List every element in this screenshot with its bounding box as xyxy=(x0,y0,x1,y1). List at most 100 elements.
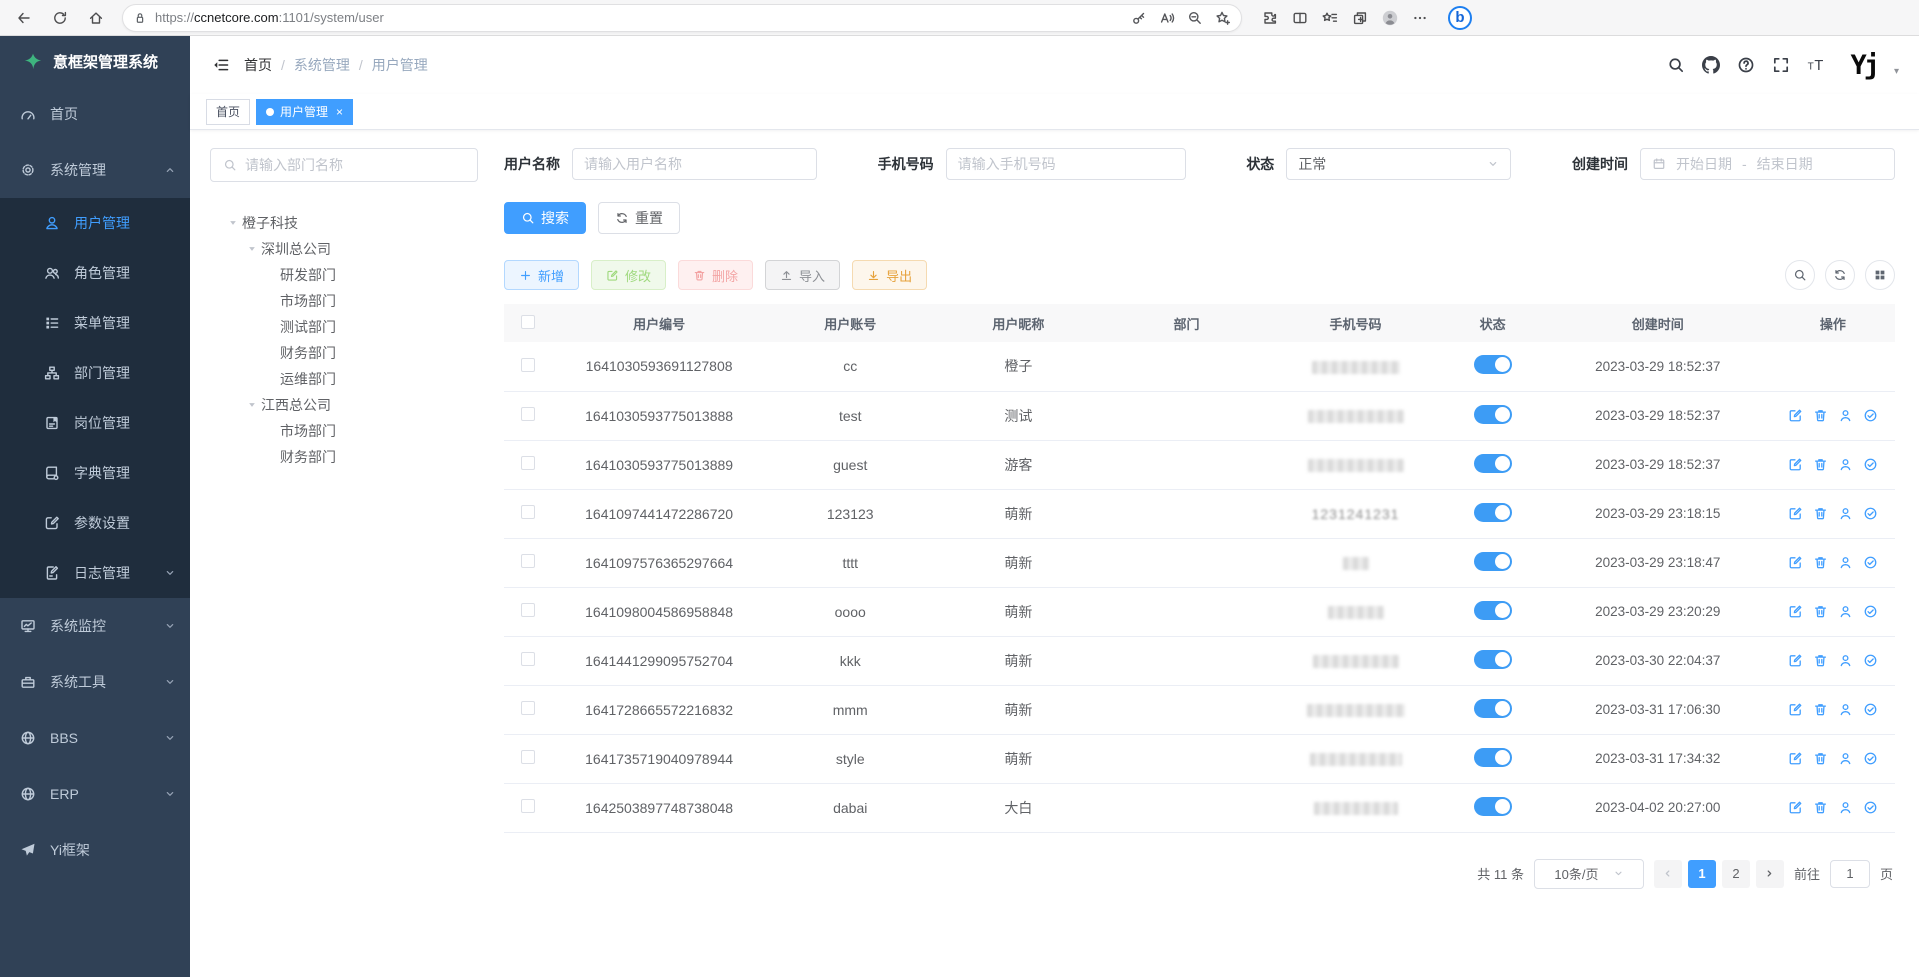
sidebar-menu-item[interactable]: 系统管理 xyxy=(0,142,190,198)
toolbar-button[interactable]: 新增 xyxy=(504,260,579,290)
navbar-action-icon[interactable] xyxy=(1772,56,1790,74)
row-checkbox[interactable] xyxy=(521,799,535,813)
table-option-button[interactable] xyxy=(1865,260,1895,290)
delete-icon[interactable] xyxy=(1813,702,1828,717)
edit-icon[interactable] xyxy=(1788,604,1803,619)
address-bar-action-icon[interactable] xyxy=(1187,9,1203,26)
browser-nav-button[interactable] xyxy=(46,4,74,32)
edit-icon[interactable] xyxy=(1788,506,1803,521)
delete-icon[interactable] xyxy=(1813,751,1828,766)
edit-icon[interactable] xyxy=(1788,751,1803,766)
edit-icon[interactable] xyxy=(1788,653,1803,668)
navbar-action-icon[interactable] xyxy=(1807,56,1825,74)
address-bar-action-icon[interactable] xyxy=(1159,9,1175,26)
row-checkbox[interactable] xyxy=(521,554,535,568)
toolbar-button[interactable]: 导出 xyxy=(852,260,927,290)
browser-extension-icon[interactable] xyxy=(1322,9,1338,26)
table-option-button[interactable] xyxy=(1825,260,1855,290)
table-option-button[interactable] xyxy=(1785,260,1815,290)
status-toggle[interactable] xyxy=(1474,797,1512,816)
tree-node[interactable]: 测试部门 xyxy=(210,314,478,340)
tag-view-item[interactable]: 首页 × xyxy=(206,99,250,125)
reset-password-icon[interactable] xyxy=(1838,751,1853,766)
delete-icon[interactable] xyxy=(1813,506,1828,521)
address-bar[interactable]: https://ccnetcore.com:1101/system/user xyxy=(122,4,1242,32)
username-input[interactable]: 请输入用户名称 xyxy=(572,148,817,180)
tree-node[interactable]: 市场部门 xyxy=(210,418,478,444)
edit-icon[interactable] xyxy=(1788,702,1803,717)
sidebar-menu-item[interactable]: 系统监控 xyxy=(0,598,190,654)
tree-node[interactable]: 财务部门 xyxy=(210,444,478,470)
tree-node[interactable]: 财务部门 xyxy=(210,340,478,366)
assign-role-icon[interactable] xyxy=(1863,506,1878,521)
page-number-button[interactable]: 1 xyxy=(1688,860,1716,888)
delete-icon[interactable] xyxy=(1813,653,1828,668)
tag-view-item[interactable]: 用户管理 × xyxy=(256,99,353,125)
assign-role-icon[interactable] xyxy=(1863,702,1878,717)
navbar-action-icon[interactable] xyxy=(1737,56,1755,74)
sidebar-menu-item[interactable]: BBS xyxy=(0,710,190,766)
delete-icon[interactable] xyxy=(1813,457,1828,472)
row-checkbox[interactable] xyxy=(521,505,535,519)
search-button[interactable]: 搜索 xyxy=(504,202,586,234)
tree-node[interactable]: 橙子科技 xyxy=(210,210,478,236)
reset-password-icon[interactable] xyxy=(1838,653,1853,668)
row-checkbox[interactable] xyxy=(521,456,535,470)
row-checkbox[interactable] xyxy=(521,701,535,715)
tree-node[interactable]: 研发部门 xyxy=(210,262,478,288)
row-checkbox[interactable] xyxy=(521,603,535,617)
next-page-button[interactable] xyxy=(1756,860,1784,888)
reset-password-icon[interactable] xyxy=(1838,506,1853,521)
edit-icon[interactable] xyxy=(1788,457,1803,472)
delete-icon[interactable] xyxy=(1813,408,1828,423)
reset-password-icon[interactable] xyxy=(1838,604,1853,619)
reset-password-icon[interactable] xyxy=(1838,457,1853,472)
status-toggle[interactable] xyxy=(1474,454,1512,473)
delete-icon[interactable] xyxy=(1813,555,1828,570)
goto-page-input[interactable]: 1 xyxy=(1830,860,1870,888)
select-all-checkbox[interactable] xyxy=(521,315,535,329)
delete-icon[interactable] xyxy=(1813,604,1828,619)
toolbar-button[interactable]: 修改 xyxy=(591,260,666,290)
address-bar-action-icon[interactable] xyxy=(1215,9,1231,26)
status-toggle[interactable] xyxy=(1474,552,1512,571)
sidebar-menu-item[interactable]: 参数设置 xyxy=(0,498,190,548)
status-toggle[interactable] xyxy=(1474,503,1512,522)
assign-role-icon[interactable] xyxy=(1863,751,1878,766)
edit-icon[interactable] xyxy=(1788,555,1803,570)
tree-node[interactable]: 江西总公司 xyxy=(210,392,478,418)
address-bar-action-icon[interactable] xyxy=(1131,9,1147,26)
assign-role-icon[interactable] xyxy=(1863,408,1878,423)
sidebar-menu-item[interactable]: 角色管理 xyxy=(0,248,190,298)
sidebar-menu-item[interactable]: ERP xyxy=(0,766,190,822)
row-checkbox[interactable] xyxy=(521,407,535,421)
assign-role-icon[interactable] xyxy=(1863,800,1878,815)
date-range-picker[interactable]: 开始日期 - 结束日期 xyxy=(1640,148,1895,180)
sidebar-menu-item[interactable]: 首页 xyxy=(0,86,190,142)
sidebar-menu-item[interactable]: 菜单管理 xyxy=(0,298,190,348)
toolbar-button[interactable]: 导入 xyxy=(765,260,840,290)
sidebar-collapse-icon[interactable] xyxy=(204,48,238,82)
browser-nav-button[interactable] xyxy=(10,4,38,32)
reset-password-icon[interactable] xyxy=(1838,702,1853,717)
sidebar-menu-item[interactable]: Yi框架 xyxy=(0,822,190,878)
row-checkbox[interactable] xyxy=(521,750,535,764)
browser-extension-icon[interactable] xyxy=(1292,9,1308,26)
reset-password-icon[interactable] xyxy=(1838,555,1853,570)
url-text[interactable]: https://ccnetcore.com:1101/system/user xyxy=(155,10,1123,25)
bing-chat-icon[interactable]: b xyxy=(1448,6,1472,30)
tree-node[interactable]: 运维部门 xyxy=(210,366,478,392)
status-toggle[interactable] xyxy=(1474,650,1512,669)
status-toggle[interactable] xyxy=(1474,699,1512,718)
browser-nav-button[interactable] xyxy=(82,4,110,32)
department-search-input[interactable]: 请输入部门名称 xyxy=(210,148,478,182)
row-checkbox[interactable] xyxy=(521,358,535,372)
row-checkbox[interactable] xyxy=(521,652,535,666)
edit-icon[interactable] xyxy=(1788,408,1803,423)
status-select[interactable]: 正常 xyxy=(1286,148,1511,180)
browser-extension-icon[interactable] xyxy=(1262,9,1278,26)
user-avatar-logo[interactable]: Yj xyxy=(1850,52,1877,79)
navbar-action-icon[interactable] xyxy=(1702,56,1720,74)
sidebar-menu-item[interactable]: 岗位管理 xyxy=(0,398,190,448)
status-toggle[interactable] xyxy=(1474,601,1512,620)
